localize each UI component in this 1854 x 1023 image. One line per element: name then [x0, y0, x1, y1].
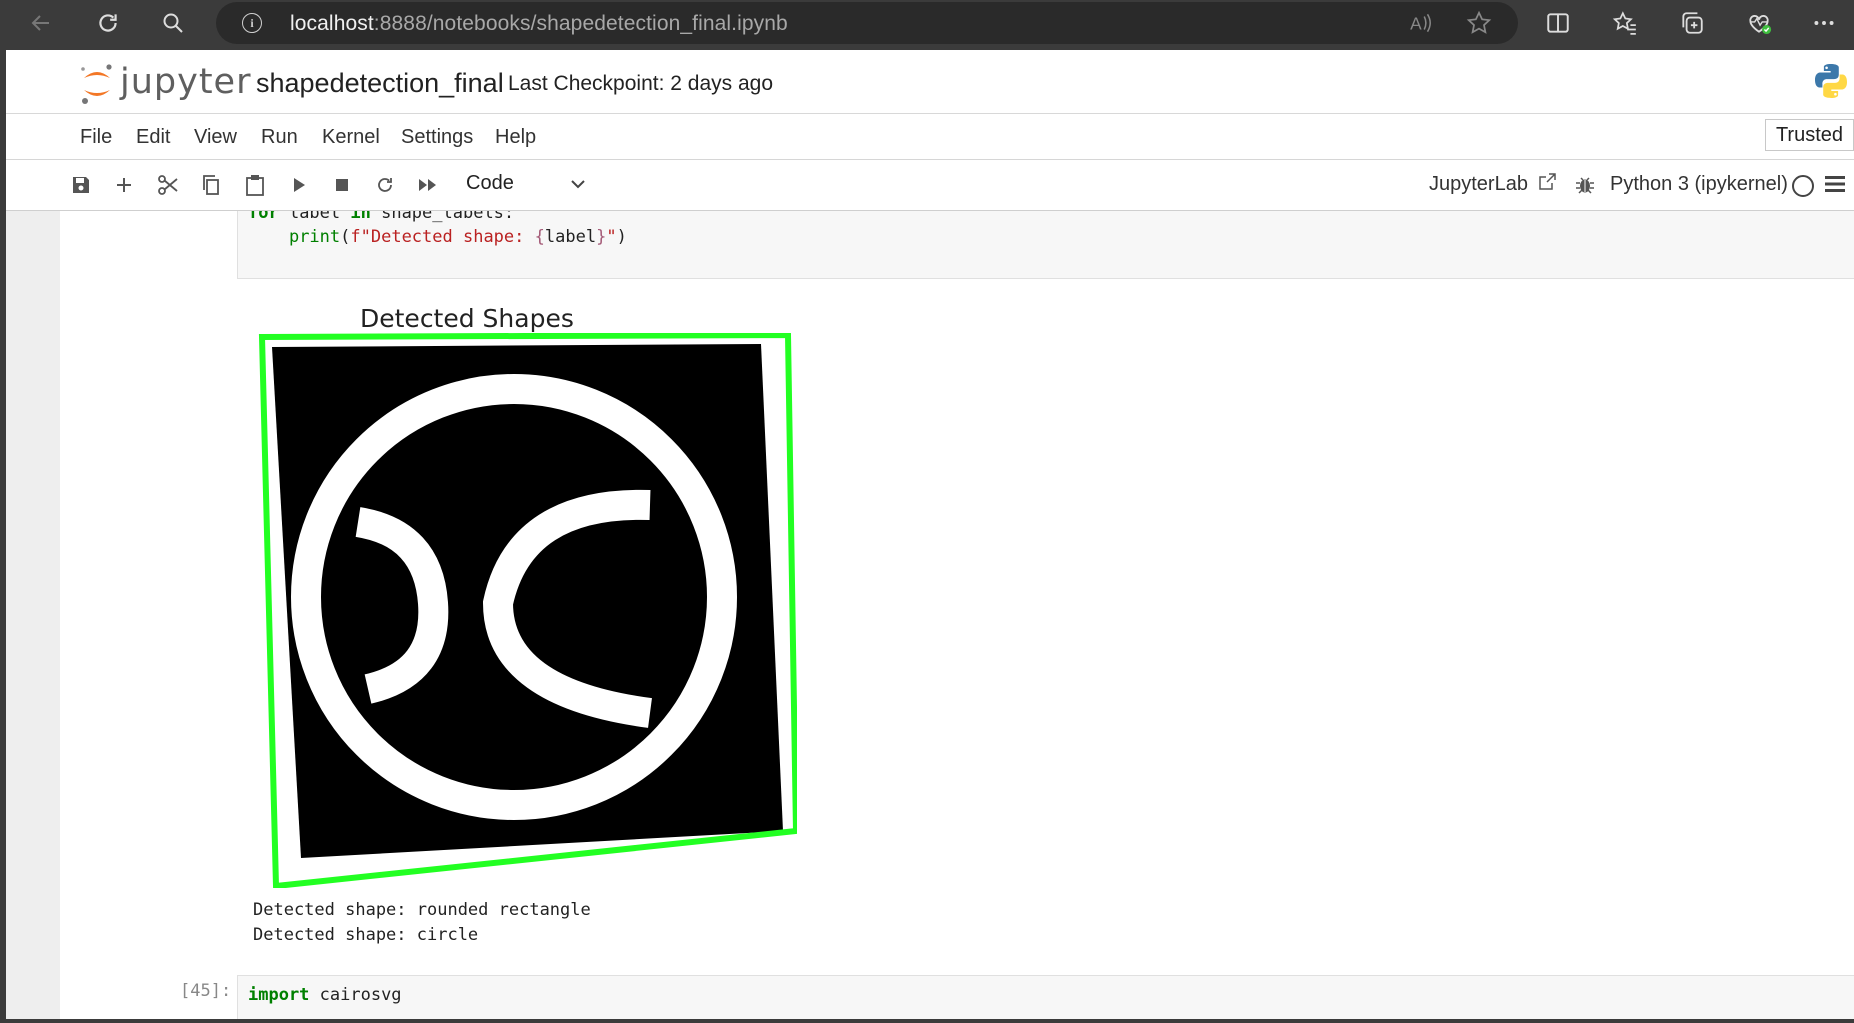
menu-help[interactable]: Help: [495, 126, 536, 149]
cell-type-value: Code: [466, 172, 514, 194]
url-text: localhost:8888/notebooks/shapedetection_…: [290, 12, 788, 36]
url-host: localhost: [290, 12, 374, 35]
trusted-indicator[interactable]: Trusted: [1764, 119, 1854, 151]
kernel-status-icon: [1792, 175, 1814, 197]
favorite-star-icon[interactable]: [1466, 10, 1492, 36]
menu-hamburger-icon[interactable]: [1825, 175, 1845, 193]
code-text: cairosvg: [309, 985, 402, 1005]
code-cell[interactable]: import cairosvg: [237, 975, 1854, 1019]
code-brace: {: [534, 227, 545, 247]
notebook-header: jupyter shapedetection_final Last Checkp…: [6, 50, 1854, 114]
more-options-icon[interactable]: [1811, 10, 1837, 36]
jupyterlab-link-label: JupyterLab: [1429, 173, 1528, 195]
read-aloud-icon[interactable]: A: [1408, 10, 1434, 36]
menu-kernel[interactable]: Kernel: [322, 126, 380, 149]
kernel-name[interactable]: Python 3 (ipykernel): [1610, 173, 1788, 196]
code-brace: }: [596, 227, 607, 247]
menu-run[interactable]: Run: [261, 126, 298, 149]
search-icon[interactable]: [160, 10, 186, 36]
code-keyword: for: [248, 211, 279, 223]
cut-icon[interactable]: [156, 173, 180, 197]
debugger-bug-icon[interactable]: [1573, 173, 1597, 197]
jupyterlab-link[interactable]: JupyterLab: [1429, 173, 1556, 196]
code-keyword: import: [248, 985, 310, 1005]
restart-icon[interactable]: [373, 173, 397, 197]
back-icon[interactable]: [28, 10, 54, 36]
site-info-icon[interactable]: i: [242, 13, 262, 33]
menu-settings[interactable]: Settings: [401, 126, 473, 149]
fast-forward-icon[interactable]: [416, 173, 440, 197]
save-icon[interactable]: [69, 173, 93, 197]
menu-file[interactable]: File: [80, 126, 112, 149]
address-bar[interactable]: i localhost:8888/notebooks/shapedetectio…: [216, 2, 1518, 44]
code-cell[interactable]: for label in shape_labels: print(f"Detec…: [237, 211, 1854, 279]
add-cell-icon[interactable]: [112, 173, 136, 197]
code-paren: ): [616, 227, 627, 247]
cell-prompt: [45]:: [180, 981, 232, 1001]
menu-view[interactable]: View: [194, 126, 237, 149]
last-checkpoint: Last Checkpoint: 2 days ago: [508, 72, 774, 95]
detected-shapes-image: [258, 333, 797, 888]
code-line-2: print(f"Detected shape: {label}"): [248, 224, 627, 250]
browser-health-icon[interactable]: [1746, 10, 1772, 36]
paste-icon[interactable]: [243, 173, 267, 197]
output-line: Detected shape: rounded rectangle: [253, 900, 591, 920]
refresh-icon[interactable]: [95, 10, 121, 36]
jupyter-logo[interactable]: jupyter: [78, 60, 252, 106]
copy-icon[interactable]: [199, 173, 223, 197]
code-line: import cairosvg: [248, 982, 402, 1008]
split-screen-icon[interactable]: [1545, 10, 1571, 36]
jupyter-wordmark: jupyter: [120, 62, 252, 102]
notebook-toolbar: Code JupyterLab Python 3 (ipykernel): [6, 160, 1854, 211]
figure-title: Detected Shapes: [360, 304, 574, 333]
code-text: shape_labels:: [370, 211, 515, 223]
code-text: label: [278, 211, 351, 223]
dark-rounded-rectangle: [272, 344, 783, 858]
chevron-down-icon: [570, 172, 586, 202]
svg-text:A: A: [1410, 14, 1422, 34]
notebook-page: for label in shape_labels: print(f"Detec…: [60, 211, 1854, 1019]
menu-edit[interactable]: Edit: [136, 126, 170, 149]
code-string: ": [606, 227, 617, 247]
jupyter-window: jupyter shapedetection_final Last Checkp…: [6, 50, 1854, 1019]
browser-toolbar: i localhost:8888/notebooks/shapedetectio…: [0, 0, 1854, 46]
code-builtin: print: [288, 227, 341, 247]
cell-output: Detected shape: rounded rectangle Detect…: [253, 898, 591, 948]
menu-bar: File Edit View Run Kernel Settings Help …: [6, 114, 1854, 160]
jupyter-logo-icon: [81, 64, 112, 104]
stop-icon[interactable]: [330, 173, 354, 197]
notebook-title[interactable]: shapedetection_final: [256, 68, 504, 99]
code-paren: (: [340, 227, 351, 247]
code-variable: label: [544, 227, 597, 247]
code-string: f"Detected shape:: [350, 227, 535, 247]
external-link-icon: [1538, 173, 1556, 190]
collections-icon[interactable]: [1679, 10, 1705, 36]
python-logo-icon: [1812, 62, 1850, 100]
code-keyword: in: [350, 211, 371, 223]
output-line: Detected shape: circle: [253, 925, 479, 945]
notebook-panel: for label in shape_labels: print(f"Detec…: [6, 211, 1854, 1019]
favorites-icon[interactable]: [1612, 10, 1638, 36]
cell-type-select[interactable]: Code: [466, 172, 586, 198]
run-icon[interactable]: [287, 173, 311, 197]
url-path: :8888/notebooks/shapedetection_final.ipy…: [373, 12, 788, 35]
